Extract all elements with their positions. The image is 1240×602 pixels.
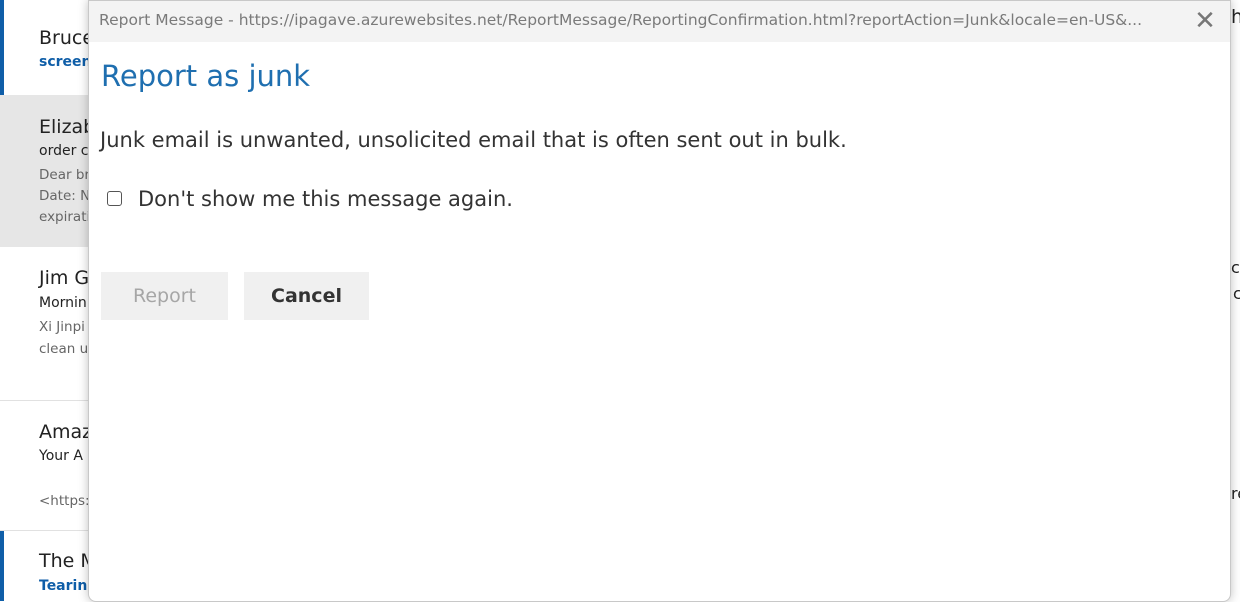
subject: order c — [39, 143, 89, 159]
dialog-description: Junk email is unwanted, unsolicited emai… — [100, 128, 847, 152]
unread-indicator — [0, 531, 4, 601]
dialog-heading: Report as junk — [101, 59, 311, 93]
message-item[interactable]: Jim G Mornin Xi Jinpi clean u — [0, 247, 100, 400]
preview-line: Date: N — [39, 188, 91, 204]
preview-line: expirati — [39, 209, 91, 225]
sender: Elizab — [39, 116, 96, 138]
message-item-selected[interactable]: Elizab order c Dear br Date: N expirati — [0, 95, 100, 247]
preview-line: clean u — [39, 341, 89, 357]
report-message-dialog: Report Message - https://ipagave.azurewe… — [88, 0, 1231, 602]
dont-show-again-label[interactable]: Don't show me this message again. — [138, 187, 513, 211]
reading-pane-fragment: h — [1231, 6, 1240, 28]
message-list: Bruce screen Elizab order c Dear br Date… — [0, 0, 100, 601]
preview-line: <https: — [39, 493, 90, 509]
sender: Bruce — [39, 27, 95, 49]
sender: Amaz — [39, 421, 93, 443]
message-item[interactable]: The M Tearin — [0, 531, 100, 601]
dialog-title: Report Message - https://ipagave.azurewe… — [99, 11, 1143, 29]
subject: Tearin — [39, 578, 88, 594]
reading-pane-fragment: re — [1231, 484, 1240, 503]
subject: Mornin — [39, 295, 87, 311]
subject: screen — [39, 54, 92, 70]
cancel-button[interactable]: Cancel — [244, 272, 369, 320]
message-item[interactable]: Amaz Your A <https: — [0, 401, 100, 530]
dialog-titlebar: Report Message - https://ipagave.azurewe… — [89, 1, 1230, 42]
preview-line: Dear br — [39, 167, 90, 183]
preview-line: Xi Jinpi — [39, 319, 85, 335]
message-item[interactable]: Bruce screen — [0, 0, 100, 95]
reading-pane-fragment: c — [1233, 284, 1240, 303]
unread-indicator — [0, 0, 4, 95]
close-icon[interactable]: ✕ — [1190, 7, 1220, 37]
reading-pane-fragment: cr — [1231, 258, 1240, 277]
sender: Jim G — [39, 267, 90, 289]
dont-show-again-checkbox[interactable] — [107, 191, 122, 206]
report-button[interactable]: Report — [101, 272, 228, 320]
subject: Your A — [39, 448, 83, 464]
